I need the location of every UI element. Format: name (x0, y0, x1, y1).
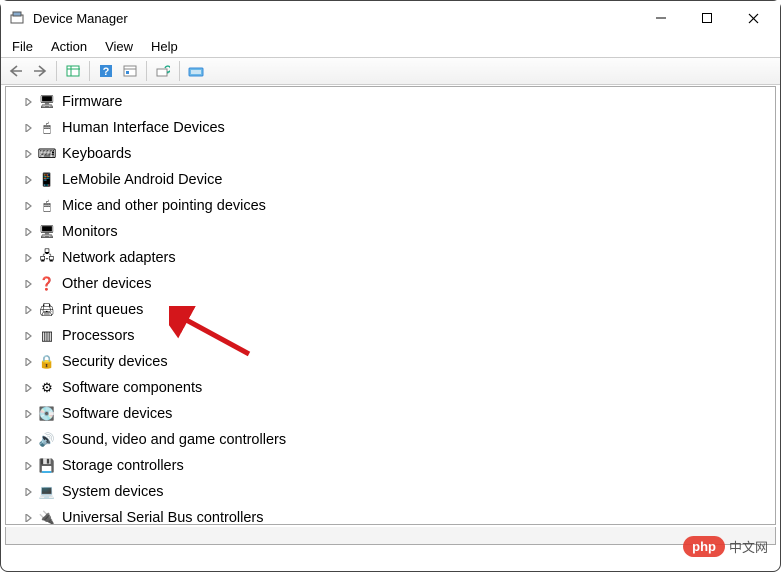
tree-item[interactable]: 🖧 Network adapters (6, 245, 775, 271)
tree-item-label: Processors (62, 328, 135, 344)
show-hide-tree-button[interactable] (62, 60, 84, 82)
forward-button[interactable] (29, 60, 51, 82)
tree-item-label: Universal Serial Bus controllers (62, 510, 263, 525)
tree-item-label: Storage controllers (62, 458, 184, 474)
device-category-icon: 🖨 (38, 302, 56, 318)
tree-item-label: Other devices (62, 276, 151, 292)
tree-item-label: Software devices (62, 406, 172, 422)
tree-item[interactable]: 🔒 Security devices (6, 349, 775, 375)
tree-item-label: System devices (62, 484, 164, 500)
titlebar: Device Manager (1, 1, 780, 35)
tree-item[interactable]: ❓ Other devices (6, 271, 775, 297)
device-category-icon: ⚙ (38, 380, 56, 396)
watermark-text: 中文网 (729, 537, 768, 556)
chevron-right-icon[interactable] (22, 433, 36, 447)
menu-help[interactable]: Help (142, 37, 187, 56)
tree-item[interactable]: 💽 Software devices (6, 401, 775, 427)
device-category-icon: 🔌 (38, 510, 56, 525)
device-category-icon: 🔊 (38, 432, 56, 448)
menu-file[interactable]: File (3, 37, 42, 56)
chevron-right-icon[interactable] (22, 329, 36, 343)
chevron-right-icon[interactable] (22, 277, 36, 291)
menu-action[interactable]: Action (42, 37, 96, 56)
tree-item[interactable]: ⚙ Software components (6, 375, 775, 401)
add-driver-button[interactable] (185, 60, 207, 82)
chevron-right-icon[interactable] (22, 251, 36, 265)
tree-item[interactable]: ▥ Processors (6, 323, 775, 349)
chevron-right-icon[interactable] (22, 355, 36, 369)
tree-item[interactable]: 🖱 Human Interface Devices (6, 115, 775, 141)
tree-item[interactable]: 🖥 Firmware (6, 89, 775, 115)
minimize-button[interactable] (638, 1, 684, 35)
menubar: File Action View Help (1, 35, 780, 57)
device-category-icon: 🖧 (38, 250, 56, 266)
toolbar-separator (146, 61, 147, 81)
tree-item[interactable]: 🖨 Print queues (6, 297, 775, 323)
watermark: php 中文网 (683, 536, 768, 557)
tree-item-label: Firmware (62, 94, 122, 110)
chevron-right-icon[interactable] (22, 485, 36, 499)
tree-item-label: Security devices (62, 354, 168, 370)
tree-item[interactable]: 🔌 Universal Serial Bus controllers (6, 505, 775, 525)
tree-item[interactable]: 🖥 Monitors (6, 219, 775, 245)
tree-item-label: LeMobile Android Device (62, 172, 222, 188)
tree-item-label: Mice and other pointing devices (62, 198, 266, 214)
device-category-icon: ⌨ (38, 146, 56, 162)
window-title: Device Manager (33, 11, 638, 26)
watermark-bubble: php (683, 536, 725, 557)
chevron-right-icon[interactable] (22, 121, 36, 135)
tree-item-label: Print queues (62, 302, 143, 318)
toolbar-separator (89, 61, 90, 81)
device-category-icon: 🖥 (38, 224, 56, 240)
tree-item-label: Monitors (62, 224, 118, 240)
toolbar-separator (179, 61, 180, 81)
device-category-icon: 💻 (38, 484, 56, 500)
device-category-icon: 🔒 (38, 354, 56, 370)
window-controls (638, 1, 776, 35)
device-category-icon: 🖱 (38, 120, 56, 136)
chevron-right-icon[interactable] (22, 225, 36, 239)
menu-view[interactable]: View (96, 37, 142, 56)
chevron-right-icon[interactable] (22, 173, 36, 187)
tree-item-label: Software components (62, 380, 202, 396)
chevron-right-icon[interactable] (22, 407, 36, 421)
device-category-icon: 🖱 (38, 198, 56, 214)
device-category-icon: 💾 (38, 458, 56, 474)
device-category-icon: 📱 (38, 172, 56, 188)
statusbar (5, 527, 776, 545)
toolbar: ? (1, 57, 780, 85)
chevron-right-icon[interactable] (22, 303, 36, 317)
properties-button[interactable] (119, 60, 141, 82)
tree-item[interactable]: ⌨ Keyboards (6, 141, 775, 167)
tree-item[interactable]: 💻 System devices (6, 479, 775, 505)
device-category-icon: ▥ (38, 328, 56, 344)
chevron-right-icon[interactable] (22, 199, 36, 213)
svg-text:?: ? (103, 66, 110, 78)
chevron-right-icon[interactable] (22, 95, 36, 109)
device-category-icon: 🖥 (38, 94, 56, 110)
content-area: 🖥 Firmware 🖱 Human Interface Devices ⌨ Keyboa… (5, 86, 776, 545)
scan-hardware-button[interactable] (152, 60, 174, 82)
tree-item[interactable]: 📱 LeMobile Android Device (6, 167, 775, 193)
tree-item-label: Human Interface Devices (62, 120, 225, 136)
tree-item-label: Network adapters (62, 250, 176, 266)
chevron-right-icon[interactable] (22, 511, 36, 525)
back-button[interactable] (5, 60, 27, 82)
device-category-icon: ❓ (38, 276, 56, 292)
device-tree[interactable]: 🖥 Firmware 🖱 Human Interface Devices ⌨ Keyboa… (5, 86, 776, 525)
tree-item[interactable]: 🖱 Mice and other pointing devices (6, 193, 775, 219)
help-button[interactable]: ? (95, 60, 117, 82)
tree-item[interactable]: 🔊 Sound, video and game controllers (6, 427, 775, 453)
device-category-icon: 💽 (38, 406, 56, 422)
app-icon (9, 10, 25, 26)
toolbar-separator (56, 61, 57, 81)
chevron-right-icon[interactable] (22, 459, 36, 473)
chevron-right-icon[interactable] (22, 381, 36, 395)
tree-item[interactable]: 💾 Storage controllers (6, 453, 775, 479)
maximize-button[interactable] (684, 1, 730, 35)
tree-item-label: Sound, video and game controllers (62, 432, 286, 448)
close-button[interactable] (730, 1, 776, 35)
tree-item-label: Keyboards (62, 146, 131, 162)
chevron-right-icon[interactable] (22, 147, 36, 161)
